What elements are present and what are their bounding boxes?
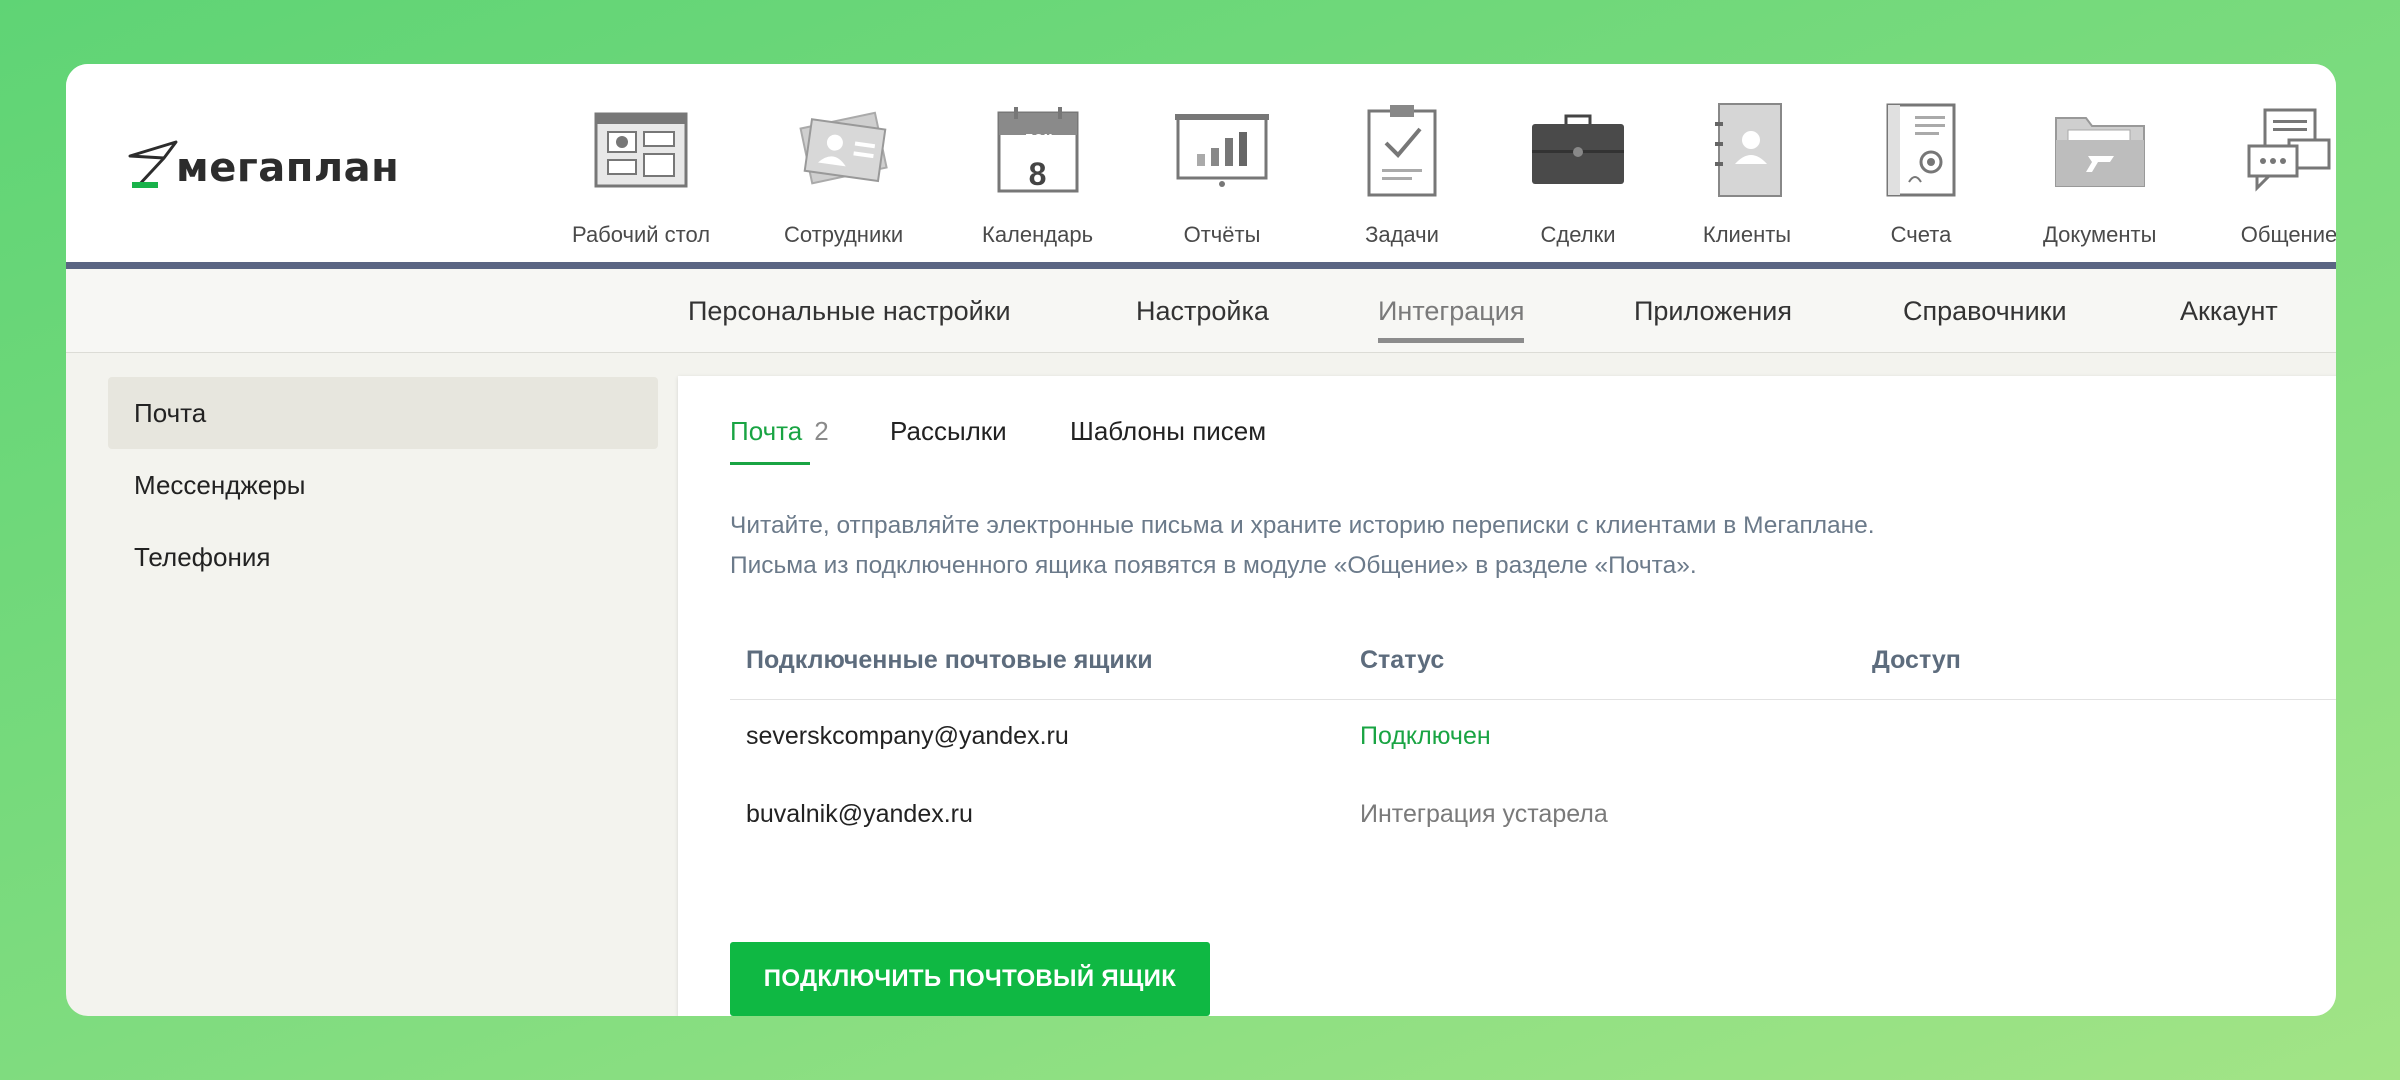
nav-settings[interactable]: Настройка <box>1136 269 1269 353</box>
tab-label: Шаблоны писем <box>1070 416 1267 446</box>
module-label: Отчёты <box>1183 222 1261 247</box>
table-header: Подключенные почтовые ящики Статус Досту… <box>730 624 2336 700</box>
mailbox-status: Интеграция устарела <box>1360 800 1608 828</box>
module-chat[interactable]: Общение <box>2234 100 2336 270</box>
deals-icon <box>1532 114 1624 184</box>
description-line: Письма из подключенного ящика появятся в… <box>730 552 1697 579</box>
reports-icon <box>1175 114 1269 187</box>
sidebar-item-mail[interactable]: Почта <box>108 377 658 449</box>
nav-label: Справочники <box>1903 295 2067 326</box>
nav-personal-settings[interactable]: Персональные настройки <box>688 269 1011 353</box>
nav-label: Приложения <box>1634 295 1792 326</box>
module-clients[interactable]: Клиенты <box>1692 100 1802 270</box>
calendar-month: дек <box>1023 128 1052 147</box>
nav-label: Персональные настройки <box>688 295 1011 326</box>
modules-bar: Рабочий стол Сотрудники Календарь дек 8 … <box>66 64 2336 262</box>
documents-icon <box>2054 117 2145 187</box>
dashboard-icon <box>594 112 688 188</box>
module-deals[interactable]: Сделки <box>1523 100 1633 270</box>
sidebar-item-label: Почта <box>134 397 207 428</box>
top-header: мегаплан Рабочий стол Сотрудники Календа… <box>66 64 2336 262</box>
tab-newsletters[interactable]: Рассылки <box>890 416 1007 447</box>
content-panel: Почта 2 Рассылки Шаблоны писем Читайте, о… <box>678 376 2336 1016</box>
column-header-status: Статус <box>1360 646 1445 674</box>
module-label: Счета <box>1890 222 1952 247</box>
sidebar: Почта Мессенджеры Телефония <box>66 353 706 1016</box>
tab-label: Рассылки <box>890 416 1007 446</box>
module-label: Задачи <box>1365 222 1439 247</box>
tab-label: Почта <box>730 416 803 446</box>
sidebar-item-label: Телефония <box>134 541 271 572</box>
invoices-icon <box>1886 103 1956 197</box>
clients-icon <box>1715 103 1782 197</box>
mailbox-email: buvalnik@yandex.ru <box>746 800 973 828</box>
module-reports[interactable]: Отчёты <box>1167 100 1277 270</box>
tab-mail[interactable]: Почта 2 <box>730 416 829 465</box>
nav-label: Настройка <box>1136 295 1269 326</box>
nav-label: Интеграция <box>1378 295 1525 326</box>
tab-active-underline <box>730 462 810 465</box>
sidebar-item-messengers[interactable]: Мессенджеры <box>108 449 658 521</box>
table-row[interactable]: severskcompany@yandex.ru Подключен <box>730 700 2336 776</box>
tasks-icon <box>1367 105 1437 197</box>
column-header-mailbox: Подключенные почтовые ящики <box>746 646 1153 674</box>
nav-integration[interactable]: Интеграция <box>1378 269 1525 353</box>
nav-account[interactable]: Аккаунт <box>2180 269 2278 353</box>
tab-count-badge: 2 <box>814 416 829 446</box>
table-row[interactable]: buvalnik@yandex.ru Интеграция устарела <box>730 778 2336 854</box>
settings-nav: Персональные настройки Настройка Интегра… <box>66 269 2336 353</box>
description-line: Читайте, отправляйте электронные письма … <box>730 512 1875 539</box>
module-dashboard[interactable]: Рабочий стол <box>572 100 710 270</box>
calendar-day: 8 <box>1028 156 1047 192</box>
nav-apps[interactable]: Приложения <box>1634 269 1792 353</box>
module-documents[interactable]: Документы <box>2043 100 2156 270</box>
mailbox-status: Подключен <box>1360 722 1491 750</box>
module-invoices[interactable]: Счета <box>1866 100 1976 270</box>
module-label: Клиенты <box>1702 222 1792 247</box>
column-header-access: Доступ <box>1872 646 1961 674</box>
chat-icon <box>2247 108 2331 192</box>
employees-icon <box>798 111 888 185</box>
nav-label: Аккаунт <box>2180 295 2278 326</box>
mailbox-email: severskcompany@yandex.ru <box>746 722 1069 750</box>
module-label: Общение <box>2240 222 2336 247</box>
mail-description: Читайте, отправляйте электронные письма … <box>730 506 1875 586</box>
module-label: Календарь <box>982 222 1094 247</box>
module-label: Документы <box>2043 222 2157 247</box>
sidebar-item-telephony[interactable]: Телефония <box>108 521 658 593</box>
nav-directories[interactable]: Справочники <box>1903 269 2067 353</box>
module-label: Рабочий стол <box>572 222 711 247</box>
sidebar-item-label: Мессенджеры <box>134 469 306 500</box>
tab-email-templates[interactable]: Шаблоны писем <box>1070 416 1266 447</box>
connect-mailbox-button[interactable]: ПОДКЛЮЧИТЬ ПОЧТОВЫЙ ЯЩИК <box>730 942 1210 1016</box>
module-label: Сделки <box>1540 222 1616 247</box>
module-employees[interactable]: Сотрудники <box>784 100 903 270</box>
module-calendar[interactable]: Календарь дек 8 <box>982 100 1093 270</box>
module-label: Сотрудники <box>784 222 904 247</box>
app-window: мегаплан Рабочий стол Сотрудники Календа… <box>66 64 2336 1016</box>
header-divider <box>66 262 2336 269</box>
module-tasks[interactable]: Задачи <box>1347 100 1457 270</box>
